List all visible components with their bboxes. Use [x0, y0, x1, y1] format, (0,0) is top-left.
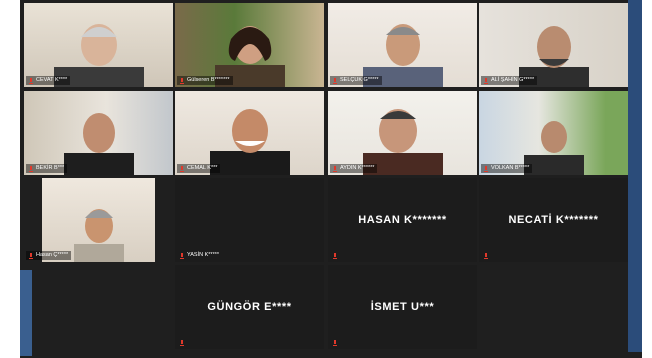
muted-mic-icon [333, 77, 337, 84]
participant-name: CEVAT K**** [26, 76, 71, 85]
participant-tile-gungor[interactable]: GÜNGÖR E**** [175, 265, 324, 349]
participant-status [177, 339, 187, 347]
muted-mic-icon [333, 253, 337, 259]
muted-mic-icon [484, 77, 488, 84]
participant-status [330, 339, 340, 347]
participant-tile-bekir[interactable]: BEKİR B*** [24, 91, 173, 175]
participant-tile-hasan-c[interactable]: Hasan Ç***** [24, 178, 173, 262]
window-edge-left [20, 270, 32, 356]
participant-name: VOLKAN B***** [481, 164, 533, 173]
participant-tile-volkan[interactable]: VOLKAN B***** [479, 91, 628, 175]
window-edge-right [628, 0, 642, 352]
muted-mic-icon [180, 77, 184, 84]
muted-mic-icon [333, 165, 337, 172]
muted-mic-icon [180, 165, 184, 172]
muted-mic-icon [29, 77, 33, 84]
participant-name: BEKİR B*** [26, 164, 68, 173]
participant-display-name: NECATİ K******* [508, 214, 599, 226]
participant-display-name: İSMET U*** [370, 301, 435, 313]
participant-name: AYDIN K****** [330, 164, 378, 173]
muted-mic-icon [29, 252, 33, 259]
muted-mic-icon [29, 165, 33, 172]
participant-tile-cemal[interactable]: CEMAL K*** [175, 91, 324, 175]
participant-name: CEMAL K*** [177, 164, 221, 173]
participant-display-name: GÜNGÖR E**** [207, 301, 292, 313]
participant-name: SELÇUK G***** [330, 76, 382, 85]
muted-mic-icon [484, 165, 488, 172]
muted-mic-icon [180, 340, 184, 346]
participant-tile-ali-sahin[interactable]: ALİ ŞAHİN G***** [479, 3, 628, 87]
participant-tile-selcuk[interactable]: SELÇUK G***** [328, 3, 477, 87]
participant-name: Gülseren B******* [177, 76, 233, 85]
participant-name: ALİ ŞAHİN G***** [481, 76, 538, 85]
participant-tile-aydin[interactable]: AYDIN K****** [328, 91, 477, 175]
participant-tile-ismet[interactable]: İSMET U*** [328, 265, 477, 349]
participant-tile-yasin[interactable]: YASİN K***** [175, 178, 324, 262]
participant-tile-cevat[interactable]: CEVAT K**** [24, 3, 173, 87]
muted-mic-icon [333, 340, 337, 346]
participant-status [481, 252, 491, 260]
participant-display-name: HASAN K******* [358, 214, 447, 226]
participant-status [330, 252, 340, 260]
muted-mic-icon [484, 253, 488, 259]
participant-name: Hasan Ç***** [26, 251, 72, 260]
participant-tile-hasan-k[interactable]: HASAN K******* [328, 178, 477, 262]
participant-name: YASİN K***** [177, 251, 222, 260]
participant-tile-necati[interactable]: NECATİ K******* [479, 178, 628, 262]
muted-mic-icon [180, 252, 184, 259]
participant-tile-gulseren[interactable]: Gülseren B******* [175, 3, 324, 87]
